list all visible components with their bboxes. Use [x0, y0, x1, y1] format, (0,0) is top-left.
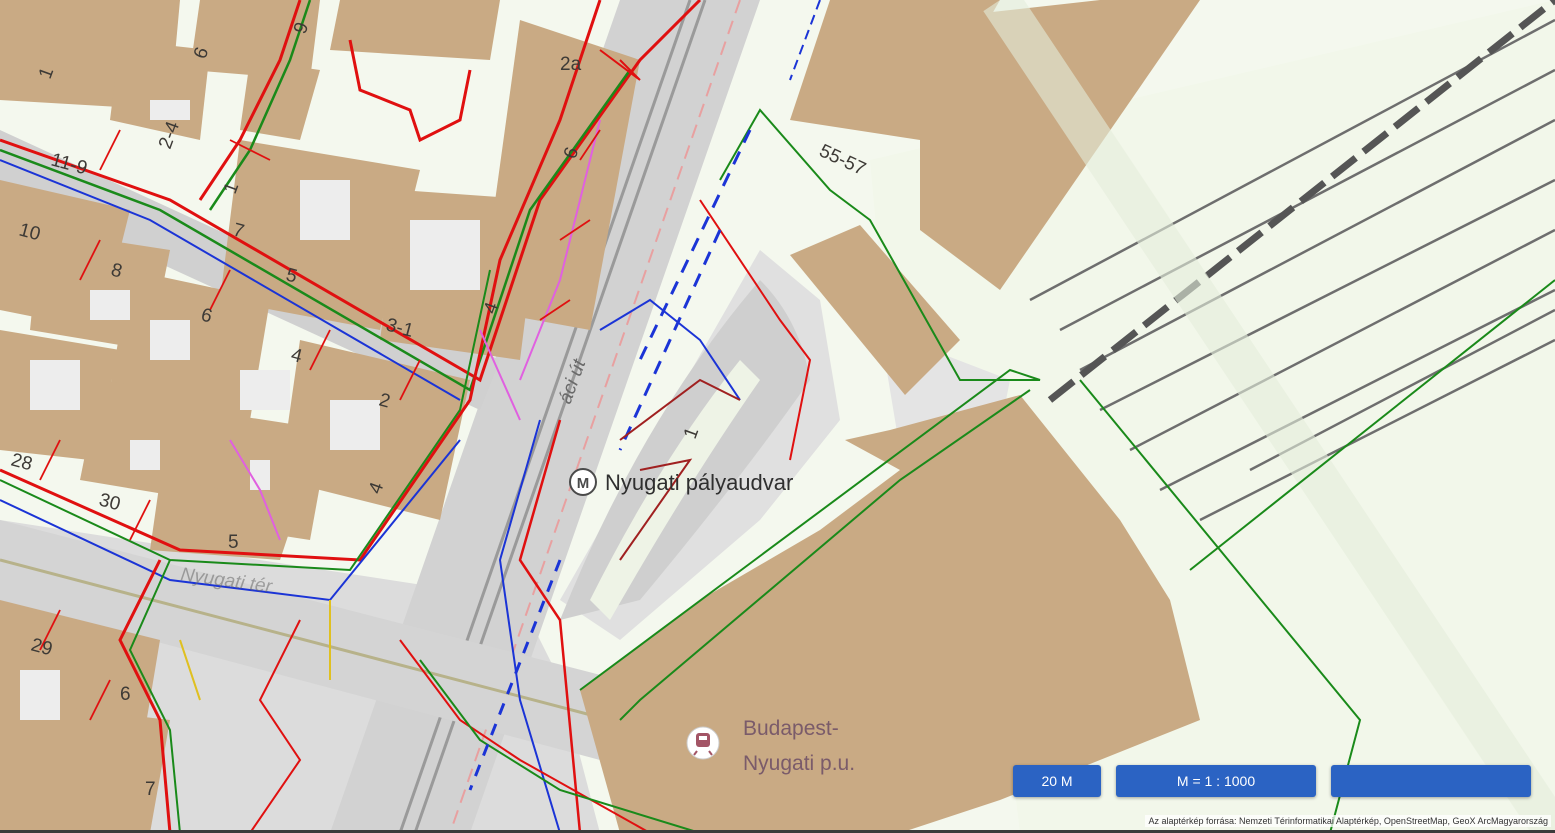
scale-ratio-button[interactable]: M = 1 : 1000: [1116, 765, 1316, 797]
station-label: Nyugati pályaudvar: [605, 470, 793, 495]
scale-ratio-label: M = 1 : 1000: [1176, 773, 1256, 789]
map-attribution: Az alaptérkép forrása: Nemzeti Térinform…: [1145, 815, 1551, 827]
map-canvas[interactable]: 1 6 9 2a 11-9 2-4 6 55-57 1 10 7 8 5 3-1…: [0, 0, 1555, 833]
house-number: 7: [145, 779, 156, 800]
rail-station-label-line2: Nyugati p.u.: [743, 752, 855, 775]
scale-bar-button[interactable]: 20 M: [1013, 765, 1101, 797]
blank-control-button[interactable]: [1331, 765, 1531, 797]
scale-label: 20 M: [1041, 773, 1073, 789]
map-svg[interactable]: 1 6 9 2a 11-9 2-4 6 55-57 1 10 7 8 5 3-1…: [0, 0, 1555, 833]
house-number: 5: [228, 532, 239, 553]
rail-station-label-line1: Budapest-: [743, 717, 839, 740]
house-number: 6: [120, 684, 131, 705]
train-icon-window: [699, 736, 707, 740]
house-number: 2a: [560, 54, 582, 75]
metro-icon-glyph: M: [577, 475, 590, 492]
